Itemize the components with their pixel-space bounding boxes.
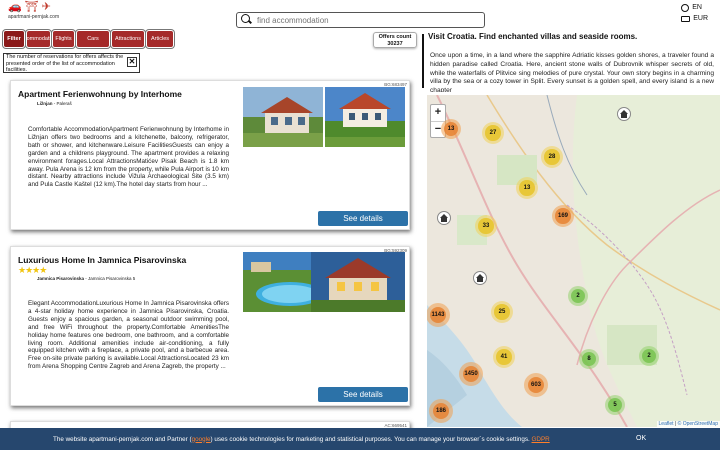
listing-title[interactable]: Luxurious Home In Jamnica Pisarovinska [18,255,186,265]
attractions-button[interactable]: Attractions [112,31,144,47]
map-cluster-marker[interactable]: 5 [605,395,625,415]
gdpr-link[interactable]: GDPR [532,436,550,443]
listing-description: Comfortable AccommodationApartment Ferie… [28,126,229,189]
listing-card[interactable]: BG:683497 Apartment Ferienwohnung by Int… [10,80,410,230]
building-icon: ⛩ [24,1,39,13]
car-icon: 🚗 [8,1,22,13]
star-rating: ★★★★ [18,265,47,275]
map-cluster-marker[interactable]: 2 [568,286,588,306]
see-details-button[interactable]: See details [318,211,408,226]
listing-location-area: - Jamnica Pisarovinska 5 [84,276,136,281]
listing-location-town: Ližnjan [37,101,53,106]
close-icon[interactable]: ✕ [127,57,137,67]
map-cluster-marker[interactable]: 1143 [427,303,450,327]
listing-location-town: Jamnica Pisarovinska [37,276,85,281]
intro-text: Once upon a time, in a land where the sa… [430,52,714,92]
map-cluster-marker[interactable]: 41 [493,346,515,368]
listing-photo[interactable] [325,87,405,147]
map-cluster-marker[interactable]: 186 [429,399,453,423]
cookie-banner: The website apartmani-pernjak.com and Pa… [0,428,720,450]
house-icon[interactable] [617,107,631,121]
map-cluster-marker[interactable]: 28 [541,146,563,168]
listing-photo[interactable] [243,87,323,147]
zoom-in-button[interactable]: + [431,105,445,121]
house-icon[interactable] [437,211,451,225]
logo-text: apartmani-pernjak.com [8,14,60,20]
currency-icon [681,15,691,22]
intro-title: Visit Croatia. Find enchanted villas and… [428,32,638,41]
map[interactable]: + − 13 27 28 13 169 33 2 1143 25 41 8 2 … [427,95,720,427]
language-value[interactable]: EN [692,2,702,13]
search-icon[interactable] [239,13,253,27]
map-cluster-marker[interactable]: 2 [639,346,659,366]
search-input[interactable] [257,15,477,25]
map-cluster-marker[interactable]: 25 [491,301,513,323]
map-cluster-marker[interactable]: 27 [482,122,504,144]
map-attribution: Leaflet | © OpenStreetMap [656,421,720,427]
notice-text: The number of reservations for offers af… [6,54,124,73]
listing-location: Ližnjan - Paleraš [37,101,72,106]
listing-location: Jamnica Pisarovinska - Jamnica Pisarovin… [37,276,135,281]
flights-button[interactable]: Flights [53,31,74,47]
filter-button[interactable]: Filter [4,31,24,47]
site-logo[interactable]: 🚗 ⛩ ✈ apartmani-pernjak.com [8,2,68,24]
cars-button[interactable]: Cars [77,31,109,47]
header: 🚗 ⛩ ✈ apartmani-pernjak.com EN EUR [0,0,720,29]
sorting-notice: The number of reservations for offers af… [3,53,140,73]
see-details-button[interactable]: See details [318,387,408,402]
map-cluster-marker[interactable]: 33 [475,215,497,237]
filter-bar: Filter Accommodations Flights Cars Attra… [4,31,173,47]
map-cluster-marker[interactable]: 1450 [459,362,483,386]
google-link[interactable]: google [192,436,211,443]
map-cluster-marker[interactable]: 13 [441,119,461,139]
offers-count-badge: Offers count 30237 [373,32,417,48]
destination-intro: Visit Croatia. Find enchanted villas and… [421,30,720,95]
cookie-text: The website apartmani-pernjak.com and Pa… [53,435,550,443]
listing-title[interactable]: Apartment Ferienwohnung by Interhome [18,89,182,99]
map-cluster-marker[interactable]: 13 [516,177,538,199]
scroll-indicator[interactable] [422,34,424,88]
articles-button[interactable]: Articles [147,31,173,47]
listing-photo[interactable] [311,252,405,312]
listing-card[interactable]: BG:592309 Luxurious Home In Jamnica Pisa… [10,246,410,406]
plane-icon: ✈ [41,1,51,13]
listing-location-area: - Paleraš [52,101,72,106]
listing-description: Elegant AccommodationLuxurious Home In J… [28,300,229,371]
accommodations-button[interactable]: Accommodations [27,31,50,47]
offers-count-value: 30237 [387,41,403,47]
map-cluster-marker[interactable]: 603 [524,373,548,397]
offers-count-label: Offers count [378,34,412,40]
leaflet-link[interactable]: Leaflet [659,421,674,427]
osm-link[interactable]: © OpenStreetMap [678,421,718,427]
globe-icon [681,3,690,12]
house-icon[interactable] [473,271,487,285]
search-box[interactable] [236,12,485,28]
map-cluster-marker[interactable]: 8 [579,349,599,369]
map-cluster-marker[interactable]: 169 [552,205,574,227]
cookie-ok-button[interactable]: OK [636,435,646,442]
currency-value[interactable]: EUR [693,13,708,24]
locale-selector[interactable]: EN EUR [681,2,708,24]
